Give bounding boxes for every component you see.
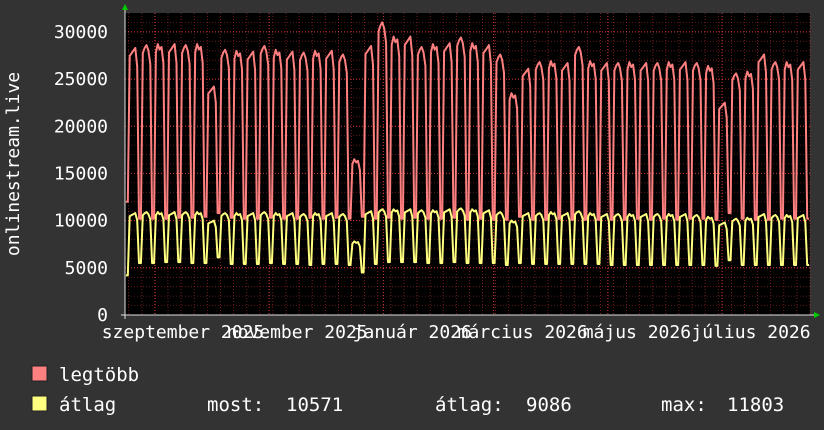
y-tick-label: 5000 <box>65 258 108 279</box>
chart-figure: 050001000015000200002500030000 szeptembe… <box>0 0 824 430</box>
stat-avg-label: átlag: <box>435 394 504 416</box>
x-tick-label: november 2025 <box>227 322 368 343</box>
x-tick-label: május 2026 <box>583 322 691 343</box>
y-tick-label: 15000 <box>54 163 108 184</box>
x-tick-label: január 2026 <box>353 322 472 343</box>
legend-label-max: legtöbb <box>59 364 139 386</box>
y-tick-label: 20000 <box>54 116 108 137</box>
y-tick-label: 30000 <box>54 22 108 43</box>
legend-swatch-avg <box>31 395 48 412</box>
stat-max-value: 11803 <box>727 394 784 416</box>
y-axis-label: onlinestream.live <box>3 72 24 256</box>
y-tick-label: 25000 <box>54 69 108 90</box>
legend-swatch-max <box>31 365 48 382</box>
x-tick-label: március 2026 <box>458 322 588 343</box>
y-tick-label: 10000 <box>54 211 108 232</box>
stat-max-label: max: <box>661 394 707 416</box>
stat-current-label: most: <box>207 394 264 416</box>
legend-label-avg: átlag <box>59 394 116 416</box>
stat-current-value: 10571 <box>286 394 343 416</box>
x-tick-labels: szeptember 2025november 2025január 2026m… <box>102 322 811 343</box>
stat-avg-value: 9086 <box>526 394 572 416</box>
x-tick-label: július 2026 <box>691 322 810 343</box>
